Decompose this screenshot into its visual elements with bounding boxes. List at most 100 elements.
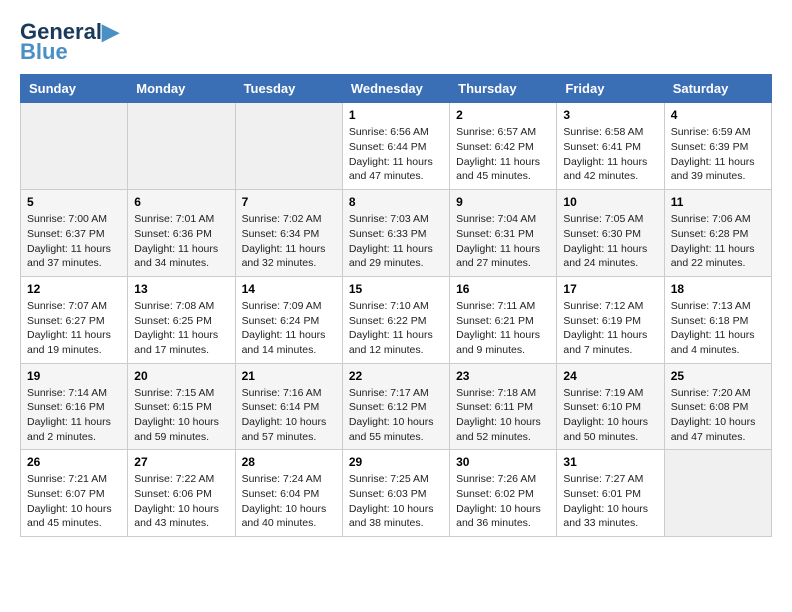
calendar-table: SundayMondayTuesdayWednesdayThursdayFrid… [20,74,772,537]
cell-content: Sunrise: 7:12 AM Sunset: 6:19 PM Dayligh… [563,299,657,358]
day-number: 17 [563,282,657,296]
day-number: 8 [349,195,443,209]
calendar-cell: 24Sunrise: 7:19 AM Sunset: 6:10 PM Dayli… [557,363,664,450]
weekday-header-thursday: Thursday [450,75,557,103]
calendar-cell [235,103,342,190]
calendar-cell: 5Sunrise: 7:00 AM Sunset: 6:37 PM Daylig… [21,190,128,277]
day-number: 20 [134,369,228,383]
day-number: 28 [242,455,336,469]
cell-content: Sunrise: 7:09 AM Sunset: 6:24 PM Dayligh… [242,299,336,358]
cell-content: Sunrise: 7:02 AM Sunset: 6:34 PM Dayligh… [242,212,336,271]
calendar-cell: 13 Sunrise: 7:08 AM Sunset: 6:25 PM Dayli… [128,276,235,363]
calendar-cell: 4 Sunrise: 6:59 AM Sunset: 6:39 PM Daylig… [664,103,771,190]
day-number: 15 [349,282,443,296]
week-row-2: 5Sunrise: 7:00 AM Sunset: 6:37 PM Daylig… [21,190,772,277]
cell-content: Sunrise: 7:08 AM Sunset: 6:25 PM Dayligh… [134,299,228,358]
day-number: 26 [27,455,121,469]
cell-content: Sunrise: 7:26 AM Sunset: 6:02 PM Dayligh… [456,472,550,531]
calendar-cell: 21Sunrise: 7:16 AM Sunset: 6:14 PM Dayli… [235,363,342,450]
weekday-header-saturday: Saturday [664,75,771,103]
cell-content: Sunrise: 7:15 AM Sunset: 6:15 PM Dayligh… [134,386,228,445]
weekday-header-friday: Friday [557,75,664,103]
week-row-1: 1 Sunrise: 6:56 AM Sunset: 6:44 PM Daylig… [21,103,772,190]
cell-content: Sunrise: 7:05 AM Sunset: 6:30 PM Dayligh… [563,212,657,271]
day-number: 4 [671,108,765,122]
cell-content: Sunrise: 6:56 AM Sunset: 6:44 PM Dayligh… [349,125,443,184]
calendar-cell: 28 Sunrise: 7:24 AM Sunset: 6:04 PM Dayli… [235,450,342,537]
calendar-cell: 2 Sunrise: 6:57 AM Sunset: 6:42 PM Daylig… [450,103,557,190]
calendar-cell: 17 Sunrise: 7:12 AM Sunset: 6:19 PM Dayli… [557,276,664,363]
day-number: 9 [456,195,550,209]
day-number: 13 [134,282,228,296]
day-number: 1 [349,108,443,122]
day-number: 3 [563,108,657,122]
cell-content: Sunrise: 7:01 AM Sunset: 6:36 PM Dayligh… [134,212,228,271]
calendar-cell: 15 Sunrise: 7:10 AM Sunset: 6:22 PM Dayli… [342,276,449,363]
day-number: 11 [671,195,765,209]
day-number: 10 [563,195,657,209]
cell-content: Sunrise: 7:25 AM Sunset: 6:03 PM Dayligh… [349,472,443,531]
day-number: 12 [27,282,121,296]
calendar-cell: 29 Sunrise: 7:25 AM Sunset: 6:03 PM Dayli… [342,450,449,537]
calendar-cell: 27 Sunrise: 7:22 AM Sunset: 6:06 PM Dayli… [128,450,235,537]
day-number: 19 [27,369,121,383]
day-number: 18 [671,282,765,296]
calendar-cell: 19 Sunrise: 7:14 AM Sunset: 6:16 PM Dayli… [21,363,128,450]
cell-content: Sunrise: 7:14 AM Sunset: 6:16 PM Dayligh… [27,386,121,445]
day-number: 24 [563,369,657,383]
cell-content: Sunrise: 7:04 AM Sunset: 6:31 PM Dayligh… [456,212,550,271]
weekday-header-tuesday: Tuesday [235,75,342,103]
calendar-cell: 9 Sunrise: 7:04 AM Sunset: 6:31 PM Daylig… [450,190,557,277]
cell-content: Sunrise: 7:24 AM Sunset: 6:04 PM Dayligh… [242,472,336,531]
cell-content: Sunrise: 7:22 AM Sunset: 6:06 PM Dayligh… [134,472,228,531]
day-number: 25 [671,369,765,383]
calendar-cell [664,450,771,537]
cell-content: Sunrise: 7:13 AM Sunset: 6:18 PM Dayligh… [671,299,765,358]
calendar-body: 1 Sunrise: 6:56 AM Sunset: 6:44 PM Daylig… [21,103,772,537]
cell-content: Sunrise: 7:21 AM Sunset: 6:07 PM Dayligh… [27,472,121,531]
calendar-cell: 3Sunrise: 6:58 AM Sunset: 6:41 PM Daylig… [557,103,664,190]
logo-blue: Blue [20,40,68,64]
day-number: 30 [456,455,550,469]
calendar-cell [128,103,235,190]
cell-content: Sunrise: 7:11 AM Sunset: 6:21 PM Dayligh… [456,299,550,358]
calendar-cell: 10 Sunrise: 7:05 AM Sunset: 6:30 PM Dayli… [557,190,664,277]
day-number: 27 [134,455,228,469]
cell-content: Sunrise: 7:10 AM Sunset: 6:22 PM Dayligh… [349,299,443,358]
day-number: 29 [349,455,443,469]
cell-content: Sunrise: 7:07 AM Sunset: 6:27 PM Dayligh… [27,299,121,358]
day-number: 31 [563,455,657,469]
weekday-header-sunday: Sunday [21,75,128,103]
calendar-cell: 18 Sunrise: 7:13 AM Sunset: 6:18 PM Dayli… [664,276,771,363]
calendar-cell: 26 Sunrise: 7:21 AM Sunset: 6:07 PM Dayli… [21,450,128,537]
cell-content: Sunrise: 6:59 AM Sunset: 6:39 PM Dayligh… [671,125,765,184]
weekday-header-row: SundayMondayTuesdayWednesdayThursdayFrid… [21,75,772,103]
calendar-cell: 12 Sunrise: 7:07 AM Sunset: 6:27 PM Dayli… [21,276,128,363]
cell-content: Sunrise: 7:03 AM Sunset: 6:33 PM Dayligh… [349,212,443,271]
day-number: 22 [349,369,443,383]
day-number: 21 [242,369,336,383]
calendar-cell: 30 Sunrise: 7:26 AM Sunset: 6:02 PM Dayli… [450,450,557,537]
calendar-cell [21,103,128,190]
day-number: 6 [134,195,228,209]
calendar-cell: 1 Sunrise: 6:56 AM Sunset: 6:44 PM Daylig… [342,103,449,190]
calendar-cell: 20 Sunrise: 7:15 AM Sunset: 6:15 PM Dayli… [128,363,235,450]
calendar-cell: 31Sunrise: 7:27 AM Sunset: 6:01 PM Dayli… [557,450,664,537]
cell-content: Sunrise: 7:06 AM Sunset: 6:28 PM Dayligh… [671,212,765,271]
weekday-header-wednesday: Wednesday [342,75,449,103]
day-number: 23 [456,369,550,383]
logo: General▶ Blue [20,20,119,64]
day-number: 7 [242,195,336,209]
cell-content: Sunrise: 7:20 AM Sunset: 6:08 PM Dayligh… [671,386,765,445]
cell-content: Sunrise: 7:00 AM Sunset: 6:37 PM Dayligh… [27,212,121,271]
day-number: 2 [456,108,550,122]
calendar-cell: 16Sunrise: 7:11 AM Sunset: 6:21 PM Dayli… [450,276,557,363]
cell-content: Sunrise: 6:57 AM Sunset: 6:42 PM Dayligh… [456,125,550,184]
calendar-cell: 8 Sunrise: 7:03 AM Sunset: 6:33 PM Daylig… [342,190,449,277]
calendar-cell: 25 Sunrise: 7:20 AM Sunset: 6:08 PM Dayli… [664,363,771,450]
week-row-3: 12 Sunrise: 7:07 AM Sunset: 6:27 PM Dayli… [21,276,772,363]
cell-content: Sunrise: 7:18 AM Sunset: 6:11 PM Dayligh… [456,386,550,445]
calendar-cell: 23 Sunrise: 7:18 AM Sunset: 6:11 PM Dayli… [450,363,557,450]
page-header: General▶ Blue [20,20,772,64]
calendar-cell: 11 Sunrise: 7:06 AM Sunset: 6:28 PM Dayli… [664,190,771,277]
